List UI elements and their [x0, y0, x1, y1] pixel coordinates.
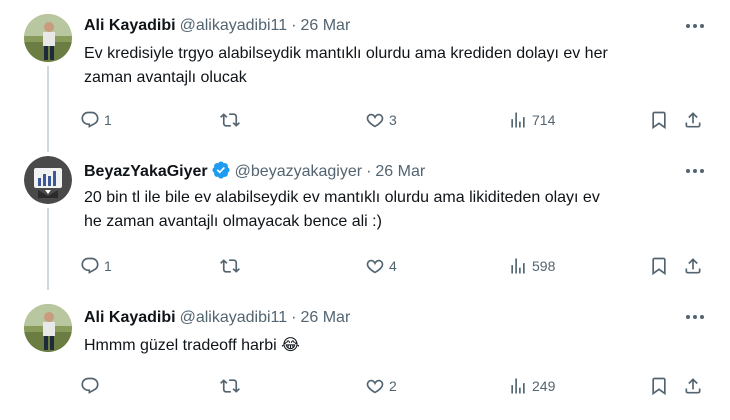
thread-line — [47, 208, 49, 290]
more-options-icon[interactable] — [684, 306, 706, 328]
tweet-header: Ali Kayadibi @alikayadibi11 · 26 Mar — [84, 306, 350, 330]
bookmark-button[interactable] — [649, 108, 669, 132]
views-button[interactable]: 714 — [508, 108, 555, 132]
retweet-button[interactable] — [220, 108, 244, 132]
tweet-text-line: Ev kredisiyle trgyo alabilseydik mantıkl… — [84, 45, 608, 62]
display-name[interactable]: Ali Kayadibi — [84, 309, 176, 326]
like-count: 4 — [389, 258, 397, 274]
thread-line — [47, 144, 49, 152]
views-count: 249 — [532, 378, 556, 394]
heart-icon — [366, 113, 384, 128]
share-icon — [685, 258, 701, 274]
avatar[interactable] — [24, 304, 72, 352]
share-button[interactable] — [683, 254, 703, 278]
views-icon — [511, 258, 525, 274]
reply-count: 1 — [104, 258, 112, 274]
tweet-text-line: zaman avantajlı olucak — [84, 69, 247, 86]
reply-button[interactable]: 1 — [80, 254, 112, 278]
more-options-icon[interactable] — [684, 15, 706, 37]
views-count: 714 — [532, 112, 556, 128]
retweet-icon — [220, 259, 240, 273]
views-button[interactable]: 249 — [508, 374, 555, 398]
like-button[interactable]: 2 — [365, 374, 397, 398]
tweet-2[interactable]: BeyazYakaGiyer @beyazyakagiyer · 26 Mar 20 … — [0, 144, 730, 290]
separator: · — [366, 163, 372, 180]
action-bar: 1 4 598 — [80, 254, 706, 278]
retweet-button[interactable] — [220, 374, 244, 398]
handle[interactable]: @alikayadibi11 — [180, 309, 288, 326]
reply-button[interactable]: 1 — [80, 108, 112, 132]
views-count: 598 — [532, 258, 556, 274]
like-count: 2 — [389, 378, 397, 394]
bookmark-icon — [652, 111, 666, 130]
display-name[interactable]: Ali Kayadibi — [84, 17, 176, 34]
like-button[interactable]: 4 — [365, 254, 397, 278]
display-name[interactable]: BeyazYakaGiyer — [84, 163, 208, 180]
tweet-3[interactable]: Ali Kayadibi @alikayadibi11 · 26 Mar Hmmm g… — [0, 292, 730, 420]
more-options-icon[interactable] — [684, 160, 706, 182]
share-button[interactable] — [683, 108, 703, 132]
timestamp[interactable]: 26 Mar — [375, 163, 425, 180]
tweet-text-line: 20 bin tl ile bile ev alabilseydik ev ma… — [84, 189, 600, 206]
action-bar: 1 3 714 — [80, 108, 706, 132]
share-icon — [685, 112, 701, 128]
retweet-icon — [220, 113, 240, 127]
bookmark-icon — [652, 257, 666, 276]
timestamp[interactable]: 26 Mar — [300, 309, 350, 326]
tweet-text: Ev kredisiyle trgyo alabilseydik mantıkl… — [84, 42, 704, 90]
bookmark-button[interactable] — [649, 254, 669, 278]
tweet-header: Ali Kayadibi @alikayadibi11 · 26 Mar — [84, 14, 350, 38]
handle[interactable]: @beyazyakagiyer — [235, 163, 362, 180]
heart-icon — [366, 259, 384, 274]
tweet-text: Hmmm güzel tradeoff harbi 😂 — [84, 334, 704, 358]
retweet-button[interactable] — [220, 254, 244, 278]
views-icon — [511, 378, 525, 394]
tweet-text-line: Hmmm güzel tradeoff harbi 😂 — [84, 337, 300, 354]
reply-icon — [81, 257, 99, 274]
avatar[interactable] — [24, 14, 72, 62]
reply-count: 1 — [104, 112, 112, 128]
thread-line — [47, 66, 49, 148]
handle[interactable]: @alikayadibi11 — [180, 17, 288, 34]
views-button[interactable]: 598 — [508, 254, 555, 278]
separator: · — [291, 309, 297, 326]
retweet-icon — [220, 379, 240, 393]
tweet-text-line: he zaman avantajlı olmayacak bence ali :… — [84, 213, 382, 230]
timestamp[interactable]: 26 Mar — [300, 17, 350, 34]
reply-button[interactable] — [80, 374, 104, 398]
tweet-text: 20 bin tl ile bile ev alabilseydik ev ma… — [84, 186, 704, 234]
share-button[interactable] — [683, 374, 703, 398]
like-count: 3 — [389, 112, 397, 128]
separator: · — [291, 17, 297, 34]
bookmark-button[interactable] — [649, 374, 669, 398]
reply-icon — [81, 111, 99, 128]
reply-icon — [81, 377, 99, 394]
avatar[interactable] — [24, 156, 72, 204]
like-button[interactable]: 3 — [365, 108, 397, 132]
heart-icon — [366, 379, 384, 394]
tweet-1[interactable]: Ali Kayadibi @alikayadibi11 · 26 Mar Ev kre… — [0, 0, 730, 148]
tweet-header: BeyazYakaGiyer @beyazyakagiyer · 26 Mar — [84, 160, 425, 184]
bookmark-icon — [652, 377, 666, 396]
share-icon — [685, 378, 701, 394]
views-icon — [511, 112, 525, 128]
action-bar: 2 249 — [80, 374, 706, 398]
verified-badge-icon[interactable] — [211, 160, 231, 188]
